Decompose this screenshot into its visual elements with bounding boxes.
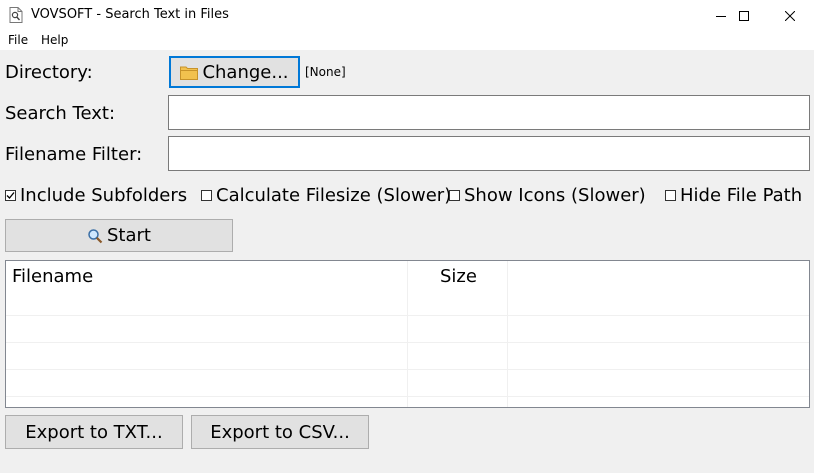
row-gridline <box>6 342 809 343</box>
close-icon <box>785 10 795 21</box>
row-gridline <box>6 396 809 397</box>
show-icons-label: Show Icons (Slower) <box>464 185 646 206</box>
results-list[interactable]: Filename Size <box>5 260 810 408</box>
change-directory-button[interactable]: Change... <box>169 56 300 88</box>
search-text-label: Search Text: <box>5 103 116 124</box>
maximize-icon <box>739 10 749 21</box>
directory-label: Directory: <box>5 62 93 83</box>
show-icons-checkbox[interactable]: Show Icons (Slower) <box>449 185 646 206</box>
close-button[interactable] <box>767 0 813 31</box>
menu-bar: File Help <box>0 31 814 50</box>
checkbox-box <box>5 190 16 201</box>
calculate-filesize-checkbox[interactable]: Calculate Filesize (Slower) <box>201 185 451 206</box>
hide-file-path-checkbox[interactable]: Hide File Path <box>665 185 802 206</box>
checkbox-box <box>449 190 460 201</box>
include-subfolders-label: Include Subfolders <box>20 185 188 206</box>
calculate-filesize-label: Calculate Filesize (Slower) <box>216 185 452 206</box>
change-button-label: Change... <box>202 61 289 83</box>
row-gridline <box>6 369 809 370</box>
checkbox-box <box>665 190 676 201</box>
include-subfolders-checkbox[interactable]: Include Subfolders <box>5 185 187 206</box>
checkmark-icon <box>6 192 15 199</box>
client-area: Directory: Change... [None] Search Text:… <box>0 50 814 473</box>
start-button[interactable]: Start <box>5 219 233 252</box>
search-icon <box>88 228 103 243</box>
app-document-search-icon <box>9 7 23 23</box>
checkbox-box <box>201 190 212 201</box>
export-txt-button[interactable]: Export to TXT... <box>5 415 183 449</box>
start-button-label: Start <box>107 225 151 246</box>
filename-filter-label: Filename Filter: <box>5 144 143 165</box>
directory-value: [None] <box>305 65 346 79</box>
column-divider <box>507 261 508 407</box>
export-csv-button[interactable]: Export to CSV... <box>191 415 369 449</box>
window-title: VOVSOFT - Search Text in Files <box>31 7 229 22</box>
hide-file-path-label: Hide File Path <box>680 185 803 206</box>
filename-filter-input[interactable] <box>168 136 810 171</box>
row-gridline <box>6 315 809 316</box>
title-bar: VOVSOFT - Search Text in Files <box>0 0 814 31</box>
column-divider <box>407 261 408 407</box>
folder-icon <box>180 66 199 80</box>
menu-help[interactable]: Help <box>41 33 68 47</box>
menu-file[interactable]: File <box>8 33 28 47</box>
search-text-input[interactable] <box>168 95 810 130</box>
column-header-filename[interactable]: Filename <box>12 266 93 287</box>
maximize-button[interactable] <box>721 0 767 31</box>
column-header-size[interactable]: Size <box>440 266 477 287</box>
